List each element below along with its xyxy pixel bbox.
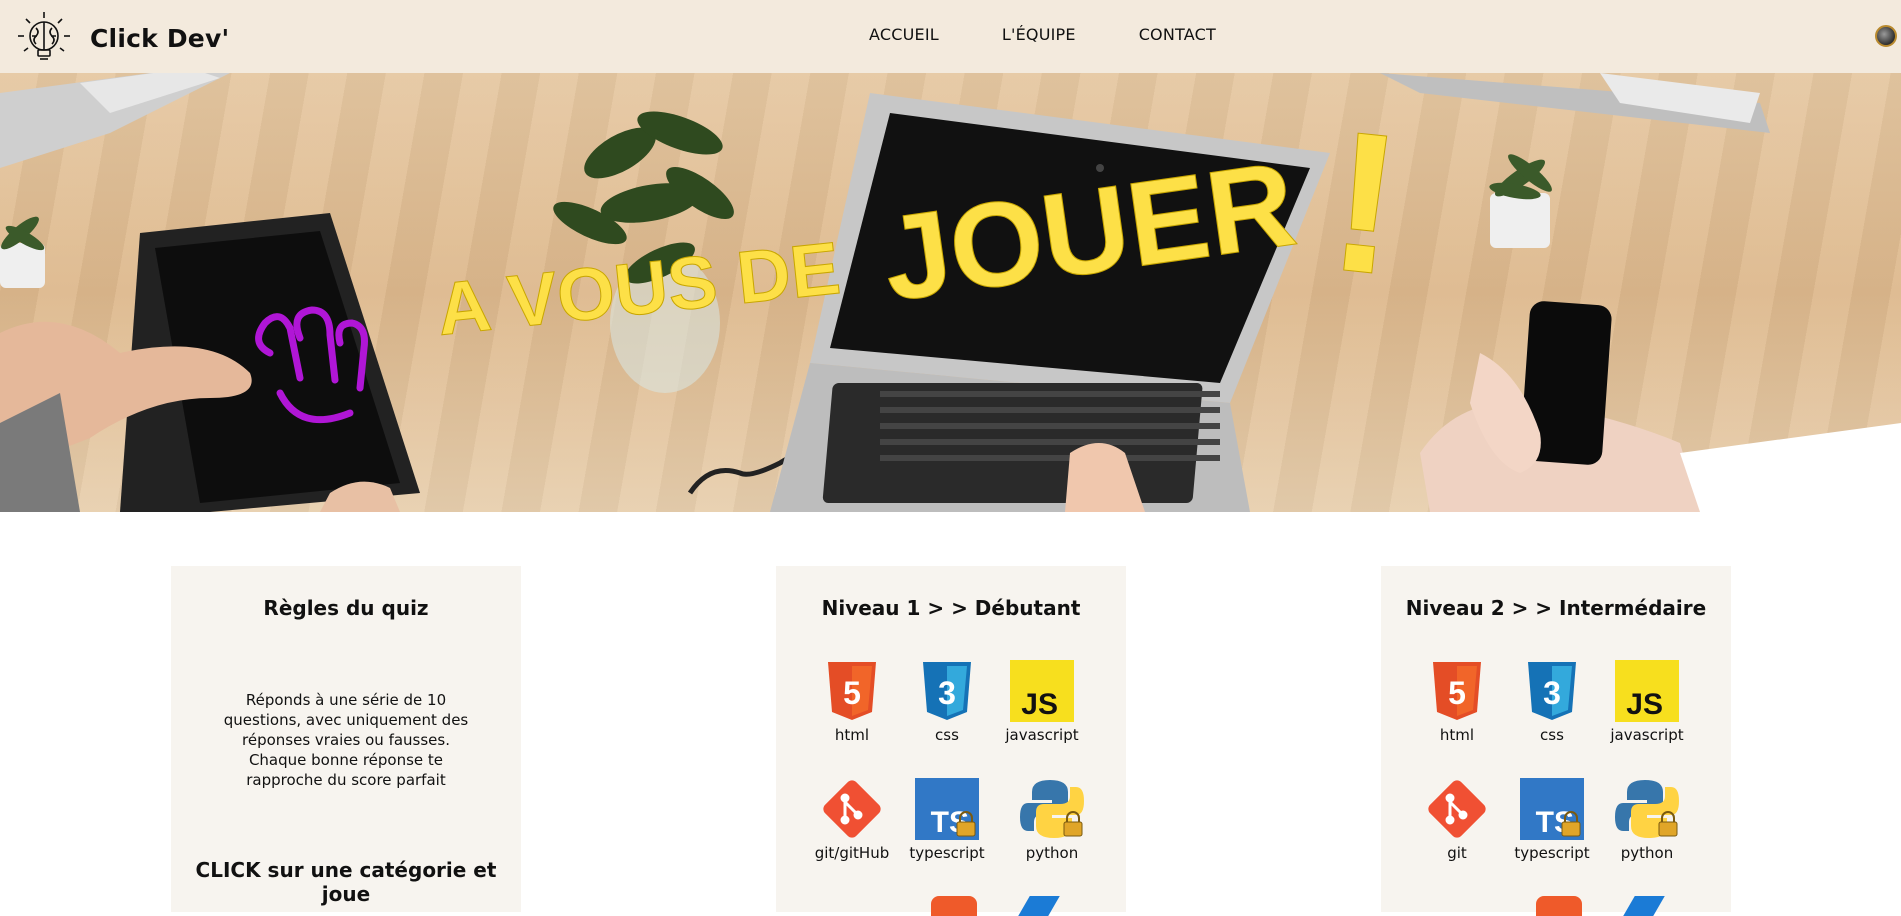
level1-card: Niveau 1 > > Débutant 5 html 3 css JS ja… [776, 566, 1126, 916]
level1-html-label: html [834, 726, 870, 744]
lock-icon [1658, 811, 1678, 837]
lock-icon [1063, 811, 1083, 837]
level2-html-tile[interactable]: 5 html [1412, 660, 1502, 744]
level2-python-tile[interactable]: python [1602, 778, 1692, 862]
javascript-icon: JS [1615, 660, 1679, 722]
main-nav: ACCUEIL L'ÉQUIPE CONTACT [869, 25, 1216, 44]
css3-icon: 3 [923, 662, 971, 720]
level1-title: Niveau 1 > > Débutant [821, 596, 1081, 620]
top-navigation-bar: Click Dev' ACCUEIL L'ÉQUIPE CONTACT [0, 0, 1901, 73]
hero-title-mark: ! [1321, 89, 1411, 318]
nav-contact[interactable]: CONTACT [1139, 25, 1216, 44]
svg-text:3: 3 [938, 675, 956, 711]
nav-equipe[interactable]: L'ÉQUIPE [1002, 25, 1076, 44]
level1-html-tile[interactable]: 5 html [807, 660, 897, 744]
level2-git-tile[interactable]: git [1412, 778, 1502, 862]
typescript-icon: TS [1520, 778, 1584, 840]
level2-card: Niveau 2 > > Intermédaire 5 html 3 css J… [1381, 566, 1731, 916]
level1-typescript-label: typescript [909, 844, 985, 862]
css3-icon: 3 [1528, 662, 1576, 720]
level1-css-tile[interactable]: 3 css [902, 660, 992, 744]
partial-icon [1536, 896, 1582, 916]
user-avatar[interactable] [1875, 25, 1897, 47]
brand[interactable]: Click Dev' [16, 10, 229, 66]
hero-illustration: A VOUS DE JOUER ! [0, 73, 1901, 512]
level2-python-label: python [1620, 844, 1674, 862]
level1-git-tile[interactable]: git/gitHub [807, 778, 897, 862]
brand-name: Click Dev' [90, 23, 230, 53]
svg-text:3: 3 [1543, 675, 1561, 711]
level2-title: Niveau 2 > > Intermédaire [1405, 596, 1707, 620]
brain-bulb-logo-icon [18, 12, 70, 60]
rules-text: Réponds à une série de 10 questions, ave… [223, 691, 469, 789]
svg-text:5: 5 [1448, 675, 1466, 711]
level1-python-tile[interactable]: python [1007, 778, 1097, 862]
git-icon [823, 780, 881, 838]
rules-card: Règles du quiz Réponds à une série de 10… [171, 566, 521, 912]
level2-git-label: git [1447, 844, 1467, 862]
level1-javascript-label: javascript [1005, 726, 1079, 744]
level2-typescript-label: typescript [1514, 844, 1590, 862]
nav-accueil[interactable]: ACCUEIL [869, 25, 939, 44]
rules-cta: CLICK sur une catégorie et joue [195, 858, 497, 906]
html5-icon: 5 [1433, 662, 1481, 720]
svg-text:JS: JS [1021, 688, 1058, 721]
phone-illustration [1380, 73, 1901, 512]
level1-python-label: python [1025, 844, 1079, 862]
level2-css-label: css [1540, 726, 1564, 744]
level1-css-label: css [935, 726, 959, 744]
python-icon [1615, 780, 1679, 838]
svg-text:JS: JS [1626, 688, 1663, 721]
partial-icon [1623, 896, 1665, 916]
partial-icon [1018, 896, 1060, 916]
svg-text:5: 5 [843, 675, 861, 711]
level2-typescript-tile[interactable]: TS typescript [1507, 778, 1597, 862]
javascript-icon: JS [1010, 660, 1074, 722]
html5-icon: 5 [828, 662, 876, 720]
python-icon [1020, 780, 1084, 838]
git-icon [1428, 780, 1486, 838]
tablet-illustration [0, 213, 420, 512]
level2-css-tile[interactable]: 3 css [1507, 660, 1597, 744]
typescript-icon: TS [915, 778, 979, 840]
level1-javascript-tile[interactable]: JS javascript [997, 660, 1087, 744]
level2-javascript-label: javascript [1610, 726, 1684, 744]
level2-html-label: html [1439, 726, 1475, 744]
level2-javascript-tile[interactable]: JS javascript [1602, 660, 1692, 744]
partial-icon [931, 896, 977, 916]
level1-typescript-tile[interactable]: TS typescript [902, 778, 992, 862]
level1-git-label: git/gitHub [814, 844, 890, 862]
hero-banner: A VOUS DE JOUER ! [0, 73, 1901, 512]
rules-title: Règles du quiz [263, 596, 429, 620]
